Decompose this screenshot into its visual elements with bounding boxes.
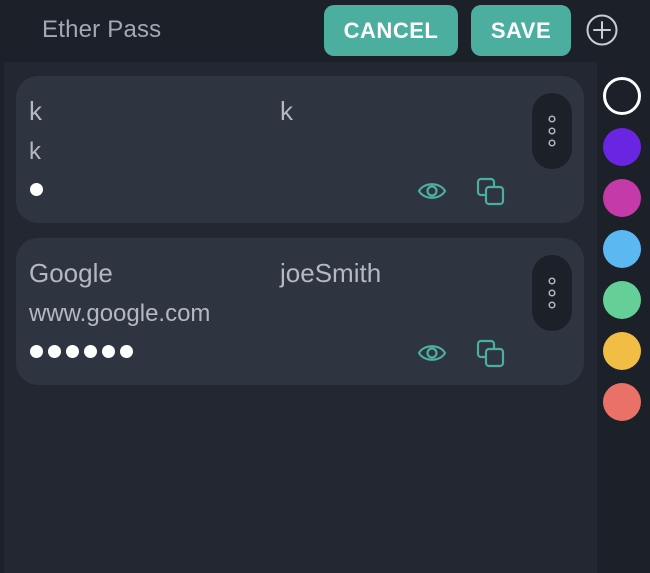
entry-url: www.google.com — [29, 300, 211, 327]
entry-url: k — [29, 138, 41, 165]
copy-icon[interactable] — [474, 175, 508, 209]
vertical-dots-icon — [548, 115, 556, 147]
password-dot — [48, 345, 61, 358]
color-swatch[interactable] — [603, 332, 641, 370]
entry-menu-button[interactable] — [532, 255, 572, 331]
entry-name: Google — [29, 258, 113, 288]
entry-name: k — [29, 96, 42, 126]
password-dot — [102, 345, 115, 358]
password-mask — [30, 345, 133, 358]
entry-username: joeSmith — [280, 258, 382, 288]
color-swatch[interactable] — [603, 281, 641, 319]
cancel-button[interactable]: CANCEL — [324, 5, 458, 56]
plus-circle-icon[interactable] — [586, 14, 618, 46]
password-mask — [30, 183, 43, 196]
eye-icon[interactable] — [416, 177, 448, 205]
eye-icon[interactable] — [416, 339, 448, 367]
password-dot — [30, 345, 43, 358]
entry-card: k k k — [16, 76, 584, 223]
entry-menu-button[interactable] — [532, 93, 572, 169]
save-button[interactable]: SAVE — [471, 5, 571, 56]
password-dot — [84, 345, 97, 358]
vertical-dots-icon — [548, 277, 556, 309]
copy-icon[interactable] — [474, 337, 508, 371]
app-title: Ether Pass — [42, 16, 162, 43]
password-dot — [30, 183, 43, 196]
app-window: Ether Pass CANCEL SAVE k k k Google joeS… — [0, 0, 650, 573]
color-swatch-selected[interactable] — [603, 77, 641, 115]
color-swatch[interactable] — [603, 383, 641, 421]
color-swatch[interactable] — [603, 179, 641, 217]
entry-username: k — [280, 96, 293, 126]
color-swatch[interactable] — [603, 128, 641, 166]
password-dot — [120, 345, 133, 358]
color-swatch[interactable] — [603, 230, 641, 268]
color-palette — [597, 62, 650, 573]
entry-card: Google joeSmith www.google.com — [16, 238, 584, 385]
header: Ether Pass CANCEL SAVE — [0, 0, 650, 62]
password-dot — [66, 345, 79, 358]
